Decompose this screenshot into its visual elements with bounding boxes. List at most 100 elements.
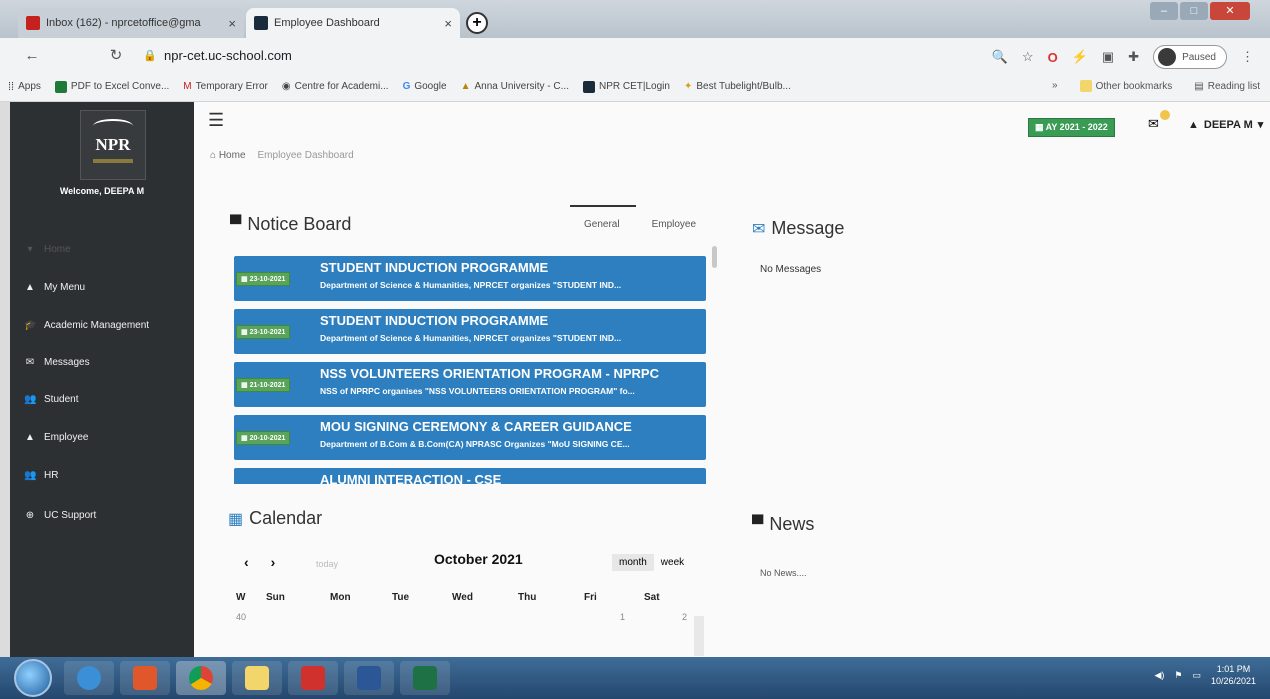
reading-list-icon: ▤ <box>1194 80 1204 92</box>
volume-icon[interactable]: ◀) <box>1154 670 1164 681</box>
notice-item[interactable]: ALUMNI INTERACTION - CSE <box>234 468 706 484</box>
notice-board-heading: ▀ Notice Board <box>230 214 352 234</box>
notice-description: NSS of NPRPC organises "NSS VOLUNTEERS O… <box>320 386 635 396</box>
menu-kebab-icon[interactable]: ⋮ <box>1241 49 1254 65</box>
clock[interactable]: 1:01 PM 10/26/2021 <box>1211 663 1256 687</box>
new-tab-button[interactable]: + <box>466 12 488 34</box>
welcome-text: Welcome, DEEPA M <box>59 186 145 196</box>
calendar-day[interactable]: 1 <box>620 612 625 622</box>
close-tab-icon[interactable]: × <box>228 16 236 31</box>
calendar-scrollbar[interactable] <box>694 616 704 656</box>
sidebar-item-academic-management[interactable]: 🎓 Academic Management <box>24 320 149 331</box>
windows-taskbar: ◀) ⚑ ▭ 1:01 PM 10/26/2021 <box>0 657 1270 699</box>
back-arrow-icon[interactable]: ← <box>20 47 44 64</box>
site-favicon-icon <box>254 16 268 30</box>
bookmark-star-icon[interactable]: ☆ <box>1022 49 1034 65</box>
bookmarks-overflow-button[interactable]: » <box>1052 80 1058 92</box>
apps-grid-icon: ⁞⁞ <box>8 80 15 93</box>
taskbar-excel[interactable] <box>400 661 450 695</box>
notice-date: ▦ 21-10-2021 <box>236 378 291 392</box>
gmail-icon: M <box>183 81 192 92</box>
sidebar-item-hr[interactable]: 👥 HR <box>24 470 58 481</box>
taskbar-ie[interactable] <box>64 661 114 695</box>
flag-icon[interactable]: ⚑ <box>1174 670 1182 681</box>
bookmark-google[interactable]: G Google <box>403 81 447 92</box>
sidebar-item-home[interactable]: ▾ Home <box>24 244 70 255</box>
sidebar-item-uc-support[interactable]: ⊕ UC Support <box>24 510 96 521</box>
taskbar-acrobat[interactable] <box>288 661 338 695</box>
opera-extension-icon[interactable]: O <box>1048 50 1058 65</box>
start-button[interactable] <box>14 659 52 697</box>
close-tab-icon[interactable]: × <box>444 16 452 31</box>
prev-month-button[interactable]: ‹ <box>244 554 249 570</box>
bookmark-anna-university[interactable]: ▲ Anna University - C... <box>461 81 569 92</box>
reload-icon[interactable]: ↻ <box>104 46 128 64</box>
profile-button[interactable]: Paused <box>1153 45 1227 69</box>
npr-logo: NPR <box>80 110 146 180</box>
notice-scrollbar[interactable] <box>712 246 717 268</box>
calendar-view-toggle: month week <box>612 554 691 571</box>
network-icon[interactable]: ▭ <box>1192 670 1201 681</box>
calendar-month-label: October 2021 <box>434 551 523 567</box>
board-icon: ▀ <box>230 215 242 233</box>
taskbar-chrome[interactable] <box>176 661 226 695</box>
notice-date: ▦ 23-10-2021 <box>236 272 291 286</box>
notice-title: MOU SIGNING CEREMONY & CAREER GUIDANCE <box>320 419 632 434</box>
bookmark-centre-academic[interactable]: ◉ Centre for Academi... <box>282 81 389 92</box>
bulb-icon: ✦ <box>683 81 693 92</box>
tab-gmail[interactable]: Inbox (162) - nprcetoffice@gma × <box>18 8 244 38</box>
sidebar-item-student[interactable]: 👥 Student <box>24 394 78 405</box>
next-month-button[interactable]: › <box>271 554 276 570</box>
bookmark-apps[interactable]: ⁞⁞ Apps <box>8 81 41 93</box>
today-button[interactable]: today <box>316 559 338 569</box>
sidebar-item-employee[interactable]: ▲ Employee <box>24 432 88 443</box>
academic-year-badge[interactable]: ▦ AY 2021 - 2022 <box>1028 118 1115 137</box>
taskbar-explorer[interactable] <box>232 661 282 695</box>
notice-title: NSS VOLUNTEERS ORIENTATION PROGRAM - NPR… <box>320 366 659 381</box>
puzzle-extensions-icon[interactable]: ✚ <box>1128 49 1139 65</box>
user-menu[interactable]: ▲ DEEPA M ▾ <box>1188 118 1263 132</box>
maximize-button[interactable]: □ <box>1180 2 1208 20</box>
tab-label: Inbox (162) - nprcetoffice@gma <box>46 17 201 29</box>
envelope-icon[interactable]: ✉ <box>1148 116 1159 132</box>
support-icon: ⊕ <box>25 510 35 521</box>
bookmark-best-tubelight[interactable]: ✦ Best Tubelight/Bulb... <box>684 81 791 92</box>
calendar-nav: ‹ › <box>244 554 275 570</box>
tab-employee-dashboard[interactable]: Employee Dashboard × <box>246 8 460 38</box>
system-tray: ◀) ⚑ ▭ 1:01 PM 10/26/2021 <box>1154 663 1256 687</box>
month-view-button[interactable]: month <box>612 554 654 571</box>
week-view-button[interactable]: week <box>654 554 691 571</box>
notice-list: ▦ 23-10-2021 STUDENT INDUCTION PROGRAMME… <box>234 256 706 484</box>
notice-item[interactable]: ▦ 23-10-2021 STUDENT INDUCTION PROGRAMME… <box>234 309 706 354</box>
minimize-button[interactable]: – <box>1150 2 1178 20</box>
window-controls: – □ ✕ <box>1150 2 1250 20</box>
bookmark-temporary-error[interactable]: M Temporary Error <box>183 81 268 92</box>
bookmark-nprcet-login[interactable]: NPR CET|Login <box>582 80 670 93</box>
internet-explorer-icon <box>77 666 101 690</box>
bookmark-pdf-excel[interactable]: PDF to Excel Conve... <box>54 80 169 93</box>
extension-icon[interactable]: ▣ <box>1102 49 1114 65</box>
breadcrumb-home[interactable]: ⌂ Home <box>210 150 246 161</box>
news-heading: ▀ News <box>752 514 815 534</box>
tab-employee[interactable]: Employee <box>652 219 696 230</box>
week-number: 40 <box>236 612 247 622</box>
other-bookmarks[interactable]: Other bookmarks <box>1079 80 1172 92</box>
pdf-excel-icon <box>54 80 67 93</box>
zoom-icon[interactable]: 🔍 <box>992 49 1008 65</box>
notice-item[interactable]: ▦ 20-10-2021 MOU SIGNING CEREMONY & CARE… <box>234 415 706 460</box>
notice-item[interactable]: ▦ 23-10-2021 STUDENT INDUCTION PROGRAMME… <box>234 256 706 301</box>
active-tab-indicator <box>570 205 636 207</box>
extension-icon[interactable]: ⚡ <box>1072 49 1088 65</box>
sidebar: NPR Welcome, DEEPA M ▾ Home ▲ My Menu 🎓 … <box>10 102 194 657</box>
close-window-button[interactable]: ✕ <box>1210 2 1250 20</box>
hamburger-menu-icon[interactable]: ☰ <box>208 110 224 131</box>
calendar-day[interactable]: 2 <box>682 612 687 622</box>
reading-list[interactable]: ▤ Reading list <box>1194 80 1260 92</box>
sidebar-item-my-menu[interactable]: ▲ My Menu <box>24 282 85 293</box>
sidebar-item-messages[interactable]: ✉ Messages <box>24 357 90 368</box>
taskbar-media-player[interactable] <box>120 661 170 695</box>
taskbar-word[interactable] <box>344 661 394 695</box>
notice-item[interactable]: ▦ 21-10-2021 NSS VOLUNTEERS ORIENTATION … <box>234 362 706 407</box>
tab-general[interactable]: General <box>584 219 620 230</box>
url-field[interactable]: npr-cet.uc-school.com <box>164 48 292 63</box>
